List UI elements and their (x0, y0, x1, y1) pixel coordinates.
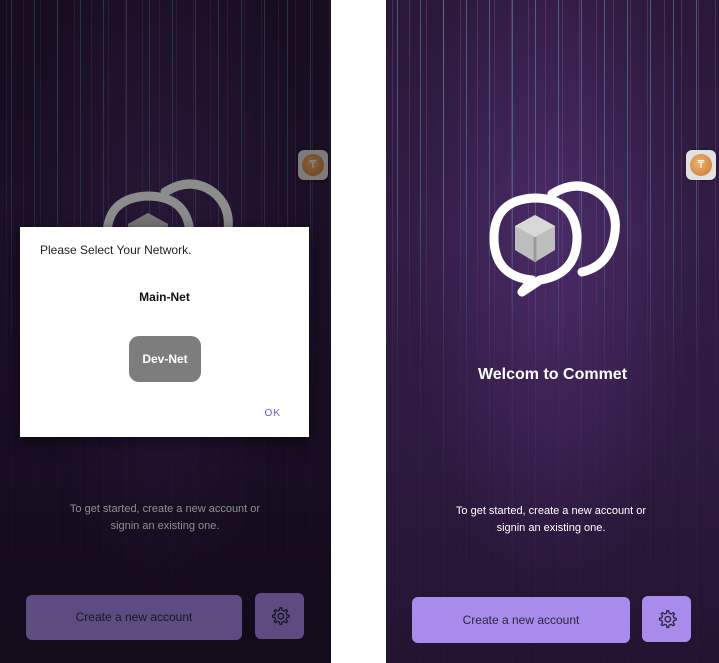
create-account-label: Create a new account (462, 613, 580, 627)
gear-icon (658, 610, 677, 629)
ok-button[interactable]: OK (265, 408, 281, 419)
dev-net-option[interactable]: Dev-Net (129, 336, 201, 382)
main-net-option[interactable]: Main-Net (20, 290, 309, 304)
chat-bubbles-cube-logo (489, 181, 620, 297)
network-dialog: Please Select Your Network. Main-Net Dev… (20, 227, 309, 437)
settings-button[interactable] (642, 596, 691, 642)
subtitle-line-2: signin an existing one. (496, 522, 606, 534)
avatar[interactable]: ₸ (686, 150, 716, 180)
subtitle-line-1: To get started, create a new account or (455, 505, 647, 517)
welcome-title: Welcom to Commet (477, 366, 628, 383)
subtitle-text: To get started, create a new account or … (446, 503, 656, 537)
left-phone-screen: ₸ To get started, create a new account o… (0, 0, 331, 663)
coin-avatar-icon: ₸ (690, 154, 712, 176)
create-account-button[interactable]: Create a new account (412, 597, 630, 643)
right-phone-screen: ₸ Welcom to Commet To get started, creat… (386, 0, 719, 663)
background-streaks (386, 0, 719, 663)
dialog-title: Please Select Your Network. (40, 243, 192, 257)
